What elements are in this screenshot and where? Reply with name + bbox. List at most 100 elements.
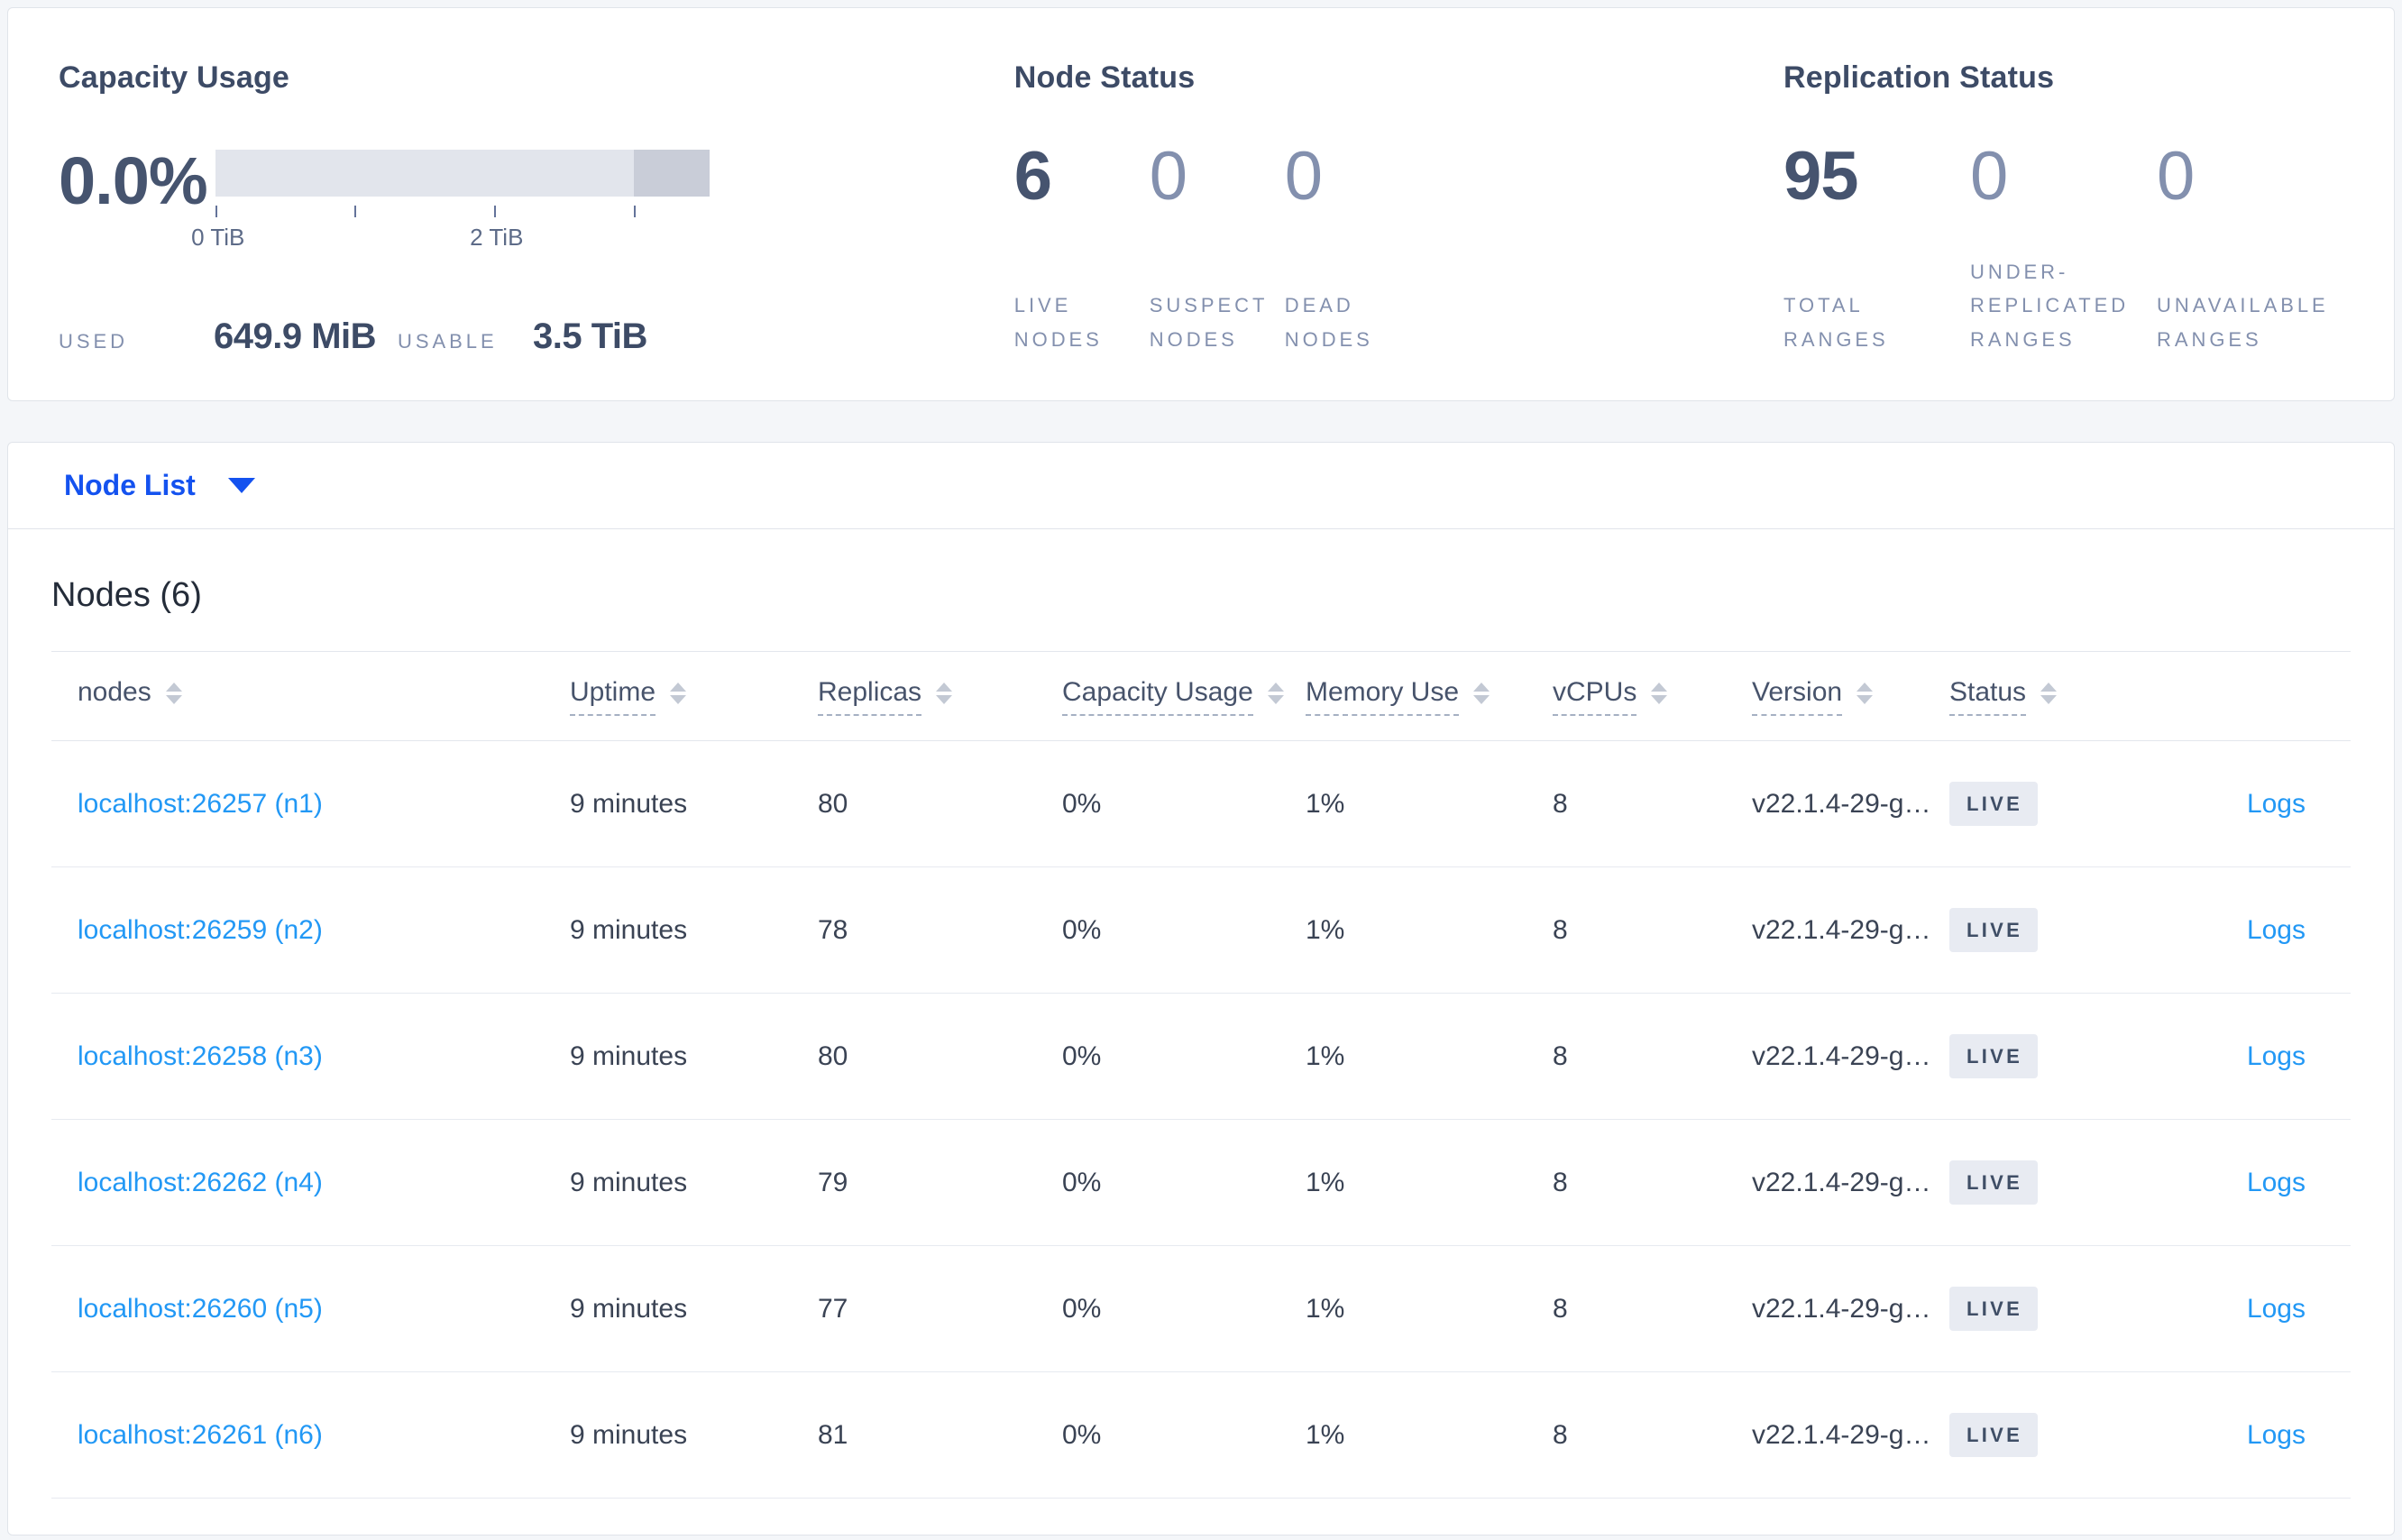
stat-value: 0: [1284, 138, 1323, 215]
cell-capacity: 0%: [1062, 1419, 1102, 1450]
cell-node: localhost:26260 (n5): [78, 1294, 570, 1325]
sort-icon: [1651, 683, 1668, 704]
stat-value: 0: [1149, 138, 1187, 215]
gauge-tick: [353, 206, 356, 217]
node-link[interactable]: localhost:26257 (n1): [78, 789, 323, 819]
cell-vcpus: 8: [1553, 1419, 1568, 1450]
cell-logs: Logs: [2163, 1168, 2351, 1198]
node-link[interactable]: localhost:26260 (n5): [78, 1294, 323, 1324]
cell-version: v22.1.4-29-g…: [1752, 1040, 1931, 1071]
cell-node: localhost:26259 (n2): [78, 915, 570, 946]
gauge-tick-label: 0 TiB: [191, 224, 245, 251]
column-header-replicas[interactable]: Replicas: [818, 677, 1062, 716]
cell-replicas: 80: [818, 1040, 848, 1071]
table-row: localhost:26259 (n2) 9 minutes 78 0% 1% 8 v22.…: [51, 867, 2351, 994]
stat-label: UNAVAILABLE RANGES: [2157, 294, 2329, 352]
logs-link[interactable]: Logs: [2247, 789, 2306, 819]
cell-node: localhost:26261 (n6): [78, 1420, 570, 1451]
stat-label: LIVE NODES: [1013, 294, 1103, 352]
replication-status-title: Replication Status: [1783, 60, 2055, 95]
cell-version: v22.1.4-29-g…: [1752, 1167, 1931, 1197]
column-header-label: Uptime: [570, 677, 656, 716]
stat-label: TOTAL RANGES: [1783, 294, 1889, 352]
capacity-usage-panel: Capacity Usage 0.0% 0 TiB 2 TiB USED 649…: [59, 60, 1014, 357]
cell-capacity: 0%: [1062, 1040, 1102, 1071]
cell-replicas: 79: [818, 1167, 848, 1197]
cell-vcpus: 8: [1553, 1040, 1568, 1071]
stat: 0 SUSPECT NODES: [1150, 142, 1285, 357]
gauge-tick: [215, 206, 217, 217]
node-link[interactable]: localhost:26258 (n3): [78, 1041, 323, 1071]
stat-label: UNDER- REPLICATED RANGES: [1970, 260, 2130, 352]
column-header-label: nodes: [78, 676, 151, 707]
replication-status-stats: 95 TOTAL RANGES 0 UNDER- REPLICATED RANGES 0…: [1783, 142, 2343, 357]
logs-link[interactable]: Logs: [2247, 1294, 2306, 1324]
stat-value: 95: [1783, 138, 1859, 215]
cell-uptime: 9 minutes: [570, 1293, 688, 1324]
sort-icon: [2040, 683, 2058, 704]
node-link[interactable]: localhost:26259 (n2): [78, 915, 323, 945]
node-list-dropdown-label: Node List: [64, 469, 196, 501]
sort-icon: [165, 683, 182, 704]
cell-uptime: 9 minutes: [570, 914, 688, 945]
stat: 0 DEAD NODES: [1285, 142, 1420, 357]
cell-replicas: 77: [818, 1293, 848, 1324]
node-status-stats: 6 LIVE NODES 0 SUSPECT NODES 0 DEAD NODES: [1014, 142, 1783, 357]
column-header-capacity-usage[interactable]: Capacity Usage: [1062, 677, 1306, 716]
stat-label: DEAD NODES: [1284, 294, 1373, 352]
sort-icon: [936, 683, 953, 704]
cell-status: LIVE: [1949, 908, 2163, 952]
column-header-label: Status: [1949, 677, 2027, 716]
gauge-tick-label: 2 TiB: [470, 224, 524, 251]
cell-vcpus: 8: [1553, 1167, 1568, 1197]
table-row: localhost:26258 (n3) 9 minutes 80 0% 1% 8 v22.…: [51, 994, 2351, 1120]
cell-memory: 1%: [1306, 914, 1345, 945]
column-header-label: Capacity Usage: [1062, 677, 1253, 716]
cell-uptime: 9 minutes: [570, 788, 688, 819]
gauge-tick: [634, 206, 637, 217]
cell-memory: 1%: [1306, 1419, 1345, 1450]
cell-node: localhost:26262 (n4): [78, 1168, 570, 1198]
node-link[interactable]: localhost:26262 (n4): [78, 1168, 323, 1197]
column-header-nodes[interactable]: nodes: [78, 677, 570, 716]
column-header-version[interactable]: Version: [1752, 677, 1949, 716]
status-badge: LIVE: [1949, 1160, 2039, 1205]
table-row: localhost:26262 (n4) 9 minutes 79 0% 1% 8 v22.…: [51, 1120, 2351, 1246]
cell-status: LIVE: [1949, 1034, 2163, 1078]
cell-capacity: 0%: [1062, 914, 1102, 945]
cell-status: LIVE: [1949, 1160, 2163, 1205]
column-header-uptime[interactable]: Uptime: [570, 677, 818, 716]
table-row: localhost:26261 (n6) 9 minutes 81 0% 1% 8 v22.…: [51, 1372, 2351, 1499]
column-header-memory-use[interactable]: Memory Use: [1306, 677, 1553, 716]
nodes-table-area: Nodes (6) nodes Uptime Replicas Capacity Us…: [8, 529, 2394, 1535]
capacity-used-row: USED 649.9 MiB USABLE 3.5 TiB: [59, 316, 1014, 357]
stat-value: 6: [1013, 138, 1052, 215]
used-value: 649.9 MiB: [214, 316, 377, 356]
logs-link[interactable]: Logs: [2247, 915, 2306, 945]
column-header-vcpus[interactable]: vCPUs: [1553, 677, 1752, 716]
view-selector-bar: Node List: [8, 443, 2394, 529]
capacity-percent: 0.0%: [59, 143, 208, 218]
cell-replicas: 78: [818, 914, 848, 945]
sort-icon: [1267, 683, 1284, 704]
stat: 95 TOTAL RANGES: [1783, 142, 1970, 357]
table-row: localhost:26257 (n1) 9 minutes 80 0% 1% 8 v22.…: [51, 741, 2351, 867]
status-badge: LIVE: [1949, 908, 2039, 952]
cell-vcpus: 8: [1553, 1293, 1568, 1324]
node-status-title: Node Status: [1013, 60, 1196, 95]
column-header-status[interactable]: Status: [1949, 677, 2163, 716]
logs-link[interactable]: Logs: [2247, 1168, 2306, 1197]
cell-status: LIVE: [1949, 782, 2163, 826]
stat-value: 0: [2157, 138, 2195, 215]
node-list-dropdown[interactable]: Node List: [64, 469, 255, 502]
node-list-card: Node List Nodes (6) nodes Uptime Replicas C…: [7, 442, 2395, 1535]
stat: 0 UNAVAILABLE RANGES: [2157, 142, 2343, 357]
cell-memory: 1%: [1306, 788, 1345, 819]
node-link[interactable]: localhost:26261 (n6): [78, 1420, 323, 1450]
gauge-tick: [494, 206, 497, 217]
nodes-table-heading: Nodes (6): [51, 529, 2351, 652]
column-header-label: Version: [1752, 677, 1843, 716]
logs-link[interactable]: Logs: [2247, 1041, 2306, 1071]
logs-link[interactable]: Logs: [2247, 1420, 2306, 1450]
cell-memory: 1%: [1306, 1293, 1345, 1324]
